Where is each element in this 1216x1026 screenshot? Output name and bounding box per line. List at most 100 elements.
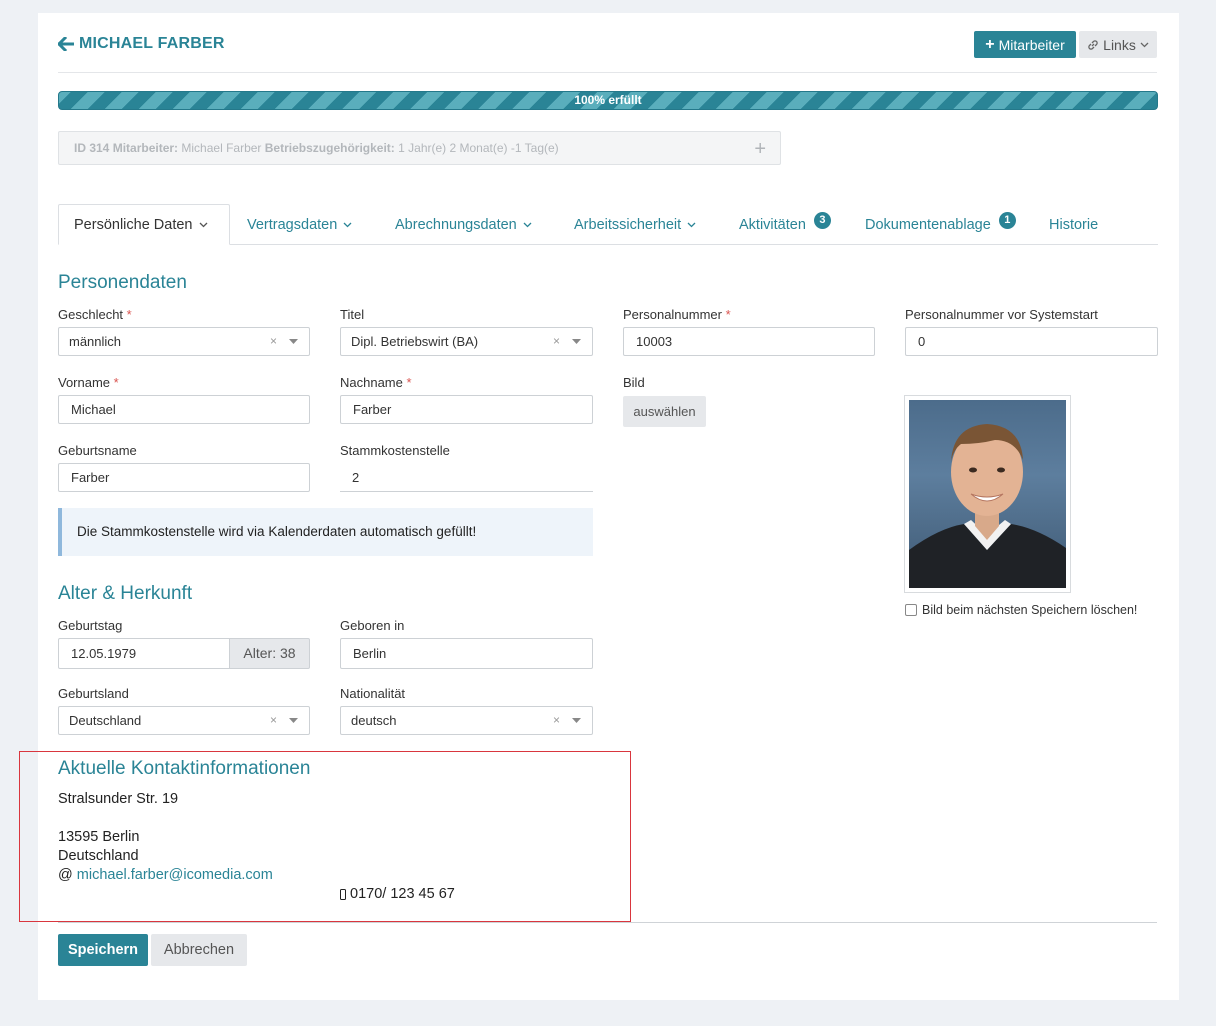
delete-image-checkbox[interactable] [905, 604, 917, 616]
employee-summary-box: ID 314 Mitarbeiter: Michael Farber Betri… [58, 131, 781, 165]
section-title-personendaten: Personendaten [58, 272, 187, 293]
tab-label: Vertragsdaten [247, 216, 338, 233]
section-title-kontakt: Aktuelle Kontaktinformationen [58, 758, 311, 779]
main-card: MICHAEL FARBER + Mitarbeiter Links 100% … [19, 13, 1179, 1000]
alter-addon: Alter: 38 [230, 638, 310, 669]
geschlecht-value: männlich [69, 334, 122, 349]
geburtsland-value: Deutschland [69, 713, 142, 728]
tab-label: Aktivitäten [739, 216, 806, 233]
tab-label: Abrechnungsdaten [395, 216, 517, 233]
caret-down-icon [289, 718, 298, 723]
geburtstag-input[interactable]: 12.05.1979 [58, 638, 230, 669]
geboren-in-label: Geboren in [340, 618, 405, 633]
stammkostenstelle-hint: Die Stammkostenstelle wird via Kalenderd… [58, 508, 593, 556]
contact-email-row: @ michael.farber@icomedia.com [58, 867, 273, 883]
chevron-down-icon [523, 222, 532, 227]
progress-label: 100% erfüllt [574, 93, 642, 107]
employee-value: Michael Farber [181, 141, 262, 155]
vorname-input[interactable]: Michael [58, 395, 310, 424]
employee-id: ID 314 [74, 141, 110, 155]
tab-label: Historie [1049, 216, 1099, 233]
contact-city: 13595 Berlin [58, 829, 140, 845]
nachname-input[interactable]: Farber [340, 395, 593, 424]
geburtstag-label: Geburtstag [58, 618, 123, 633]
bild-auswaehlen-button[interactable]: auswählen [623, 396, 706, 427]
tab-label: Arbeitssicherheit [574, 216, 682, 233]
cancel-button[interactable]: Abbrechen [151, 934, 247, 966]
titel-label: Titel [340, 307, 365, 322]
tab-dokumentenablage[interactable]: Dokumentenablage 1 [865, 204, 1016, 245]
nachname-label: Nachname * [340, 375, 412, 390]
links-label: Links [1103, 36, 1136, 53]
personalnummer-input[interactable]: 10003 [623, 327, 875, 356]
contact-phone: 0170/ 123 45 67 [350, 886, 455, 902]
page-title[interactable]: MICHAEL FARBER [58, 35, 225, 53]
portrait-illustration [909, 424, 1066, 588]
chevron-down-icon [199, 222, 207, 227]
tab-label: Dokumentenablage [865, 216, 991, 233]
chevron-down-icon [343, 222, 352, 227]
mobile-phone-icon [340, 888, 346, 900]
contact-country: Deutschland [58, 848, 139, 864]
arrow-left-icon [58, 37, 74, 51]
tab-label: Persönliche Daten [74, 216, 193, 233]
titel-value: Dipl. Betriebswirt (BA) [351, 334, 479, 349]
delete-image-option[interactable]: Bild beim nächsten Speichern löschen! [905, 603, 1137, 617]
plus-icon: + [985, 35, 995, 53]
header-divider [58, 72, 1157, 73]
delete-image-label: Bild beim nächsten Speichern löschen! [922, 603, 1138, 617]
nationalitaet-select[interactable]: deutsch × [340, 706, 593, 735]
geburtsland-select[interactable]: Deutschland × [58, 706, 310, 735]
personalnummer-vor-systemstart-label: Personalnummer vor Systemstart [905, 307, 1098, 322]
contact-email-link[interactable]: michael.farber@icomedia.com [77, 867, 273, 883]
caret-down-icon [572, 339, 581, 344]
geschlecht-select[interactable]: männlich × [58, 327, 310, 356]
link-icon [1088, 39, 1098, 50]
caret-down-icon [289, 339, 298, 344]
tab-persoenliche-daten[interactable]: Persönliche Daten [58, 204, 230, 245]
save-button[interactable]: Speichern [58, 934, 148, 966]
personalnummer-label: Personalnummer * [623, 307, 731, 322]
tenure-label: Betriebszugehörigkeit: [264, 141, 395, 155]
stammkostenstelle-field: 2 [340, 463, 593, 492]
employee-name-title: MICHAEL FARBER [79, 35, 225, 52]
employee-photo [909, 400, 1066, 588]
tab-vertragsdaten[interactable]: Vertragsdaten [247, 204, 352, 245]
chevron-down-icon [1140, 42, 1149, 47]
stammkostenstelle-label: Stammkostenstelle [340, 443, 450, 458]
employee-label: Mitarbeiter: [112, 141, 179, 155]
count-badge: 3 [813, 212, 831, 229]
clear-icon[interactable]: × [553, 328, 560, 355]
nationalitaet-value: deutsch [351, 713, 397, 728]
employee-photo-frame [904, 395, 1071, 593]
nationalitaet-label: Nationalität [340, 686, 406, 701]
expand-plus-icon[interactable]: + [754, 138, 766, 161]
at-icon: @ [58, 867, 73, 883]
count-badge: 1 [998, 212, 1016, 229]
titel-select[interactable]: Dipl. Betriebswirt (BA) × [340, 327, 593, 356]
chevron-down-icon [687, 222, 696, 227]
clear-icon[interactable]: × [270, 707, 277, 734]
tab-abrechnungsdaten[interactable]: Abrechnungsdaten [395, 204, 532, 245]
footer-divider [58, 922, 1157, 923]
contact-street: Stralsunder Str. 19 [58, 791, 179, 807]
contact-phone-row: 0170/ 123 45 67 [340, 886, 455, 902]
clear-icon[interactable]: × [270, 328, 277, 355]
tab-historie[interactable]: Historie [1049, 204, 1098, 245]
geburtsname-label: Geburtsname [58, 443, 137, 458]
geburtsname-input[interactable]: Farber [58, 463, 310, 492]
geboren-in-input[interactable]: Berlin [340, 638, 593, 669]
tab-aktivitaeten[interactable]: Aktivitäten 3 [739, 204, 831, 245]
personalnummer-vor-systemstart-input[interactable]: 0 [905, 327, 1158, 356]
caret-down-icon [572, 718, 581, 723]
tenure-value: 1 Jahr(e) 2 Monat(e) -1 Tag(e) [398, 141, 559, 155]
section-title-alter-herkunft: Alter & Herkunft [58, 583, 193, 604]
clear-icon[interactable]: × [553, 707, 560, 734]
geschlecht-label: Geschlecht * [58, 307, 132, 322]
tab-arbeitssicherheit[interactable]: Arbeitssicherheit [574, 204, 696, 245]
add-employee-button[interactable]: + Mitarbeiter [974, 31, 1076, 58]
completion-progress-bar: 100% erfüllt [58, 91, 1158, 110]
bild-label: Bild [623, 375, 645, 390]
add-employee-label: Mitarbeiter [998, 36, 1065, 53]
links-dropdown-button[interactable]: Links [1079, 31, 1157, 58]
